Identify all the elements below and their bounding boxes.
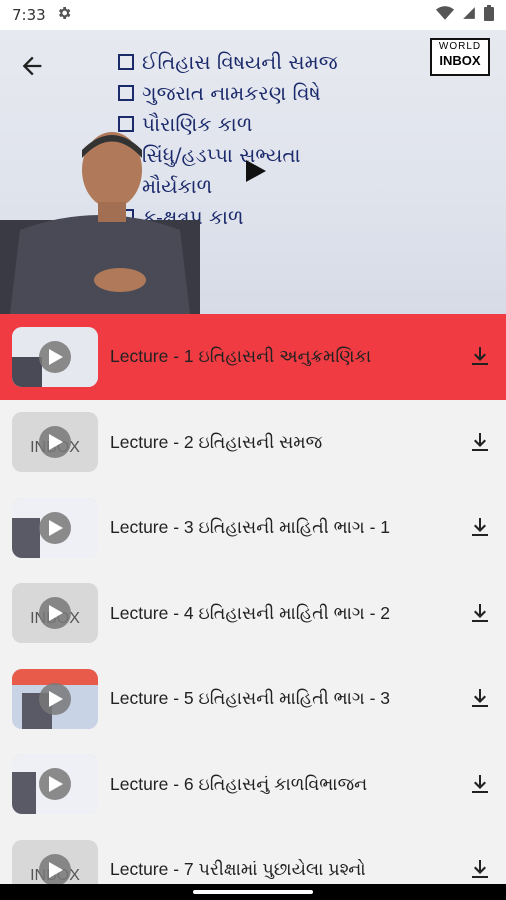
checkbox-icon [118, 84, 134, 101]
lecture-row[interactable]: Lecture - 6 ઇતિહાસનું કાળવિભાજન [0, 742, 506, 828]
lecture-row[interactable]: INBOX Lecture - 2 ઇતિહાસની સમજ [0, 400, 506, 486]
battery-icon [484, 5, 494, 25]
play-icon [39, 597, 71, 630]
status-time: 7:33 [12, 6, 46, 24]
lecture-list: Lecture - 1 ઇતિહાસની અનુક્રમણિકા INBOX L… [0, 314, 506, 884]
lecture-row[interactable]: Lecture - 5 ઇતિહાસની માહિતી ભાગ - 3 [0, 656, 506, 742]
download-icon[interactable] [468, 344, 492, 368]
lecture-row[interactable]: Lecture - 3 ઇતિહાસની માહિતી ભાગ - 1 [0, 485, 506, 571]
wifi-icon [436, 6, 454, 24]
lecture-title: Lecture - 7 પરીક્ષામાં પુછાયેલા પ્રશ્નો [110, 859, 366, 880]
lecture-row[interactable]: Lecture - 1 ઇતિહાસની અનુક્રમણિકા [0, 314, 506, 400]
lecture-thumbnail: INBOX [12, 839, 98, 884]
lecture-thumbnail: INBOX [12, 412, 98, 473]
lecture-title: Lecture - 4 ઇતિહાસની માહિતી ભાગ - 2 [110, 602, 390, 623]
home-gesture-pill[interactable] [193, 890, 313, 894]
lecture-thumbnail [12, 497, 98, 558]
presenter-image [0, 132, 200, 314]
status-bar: 7:33 [0, 0, 506, 30]
download-icon[interactable] [468, 772, 492, 796]
lecture-thumbnail [12, 754, 98, 815]
lecture-title: Lecture - 5 ઇતિહાસની માહિતી ભાગ - 3 [110, 688, 390, 709]
download-icon[interactable] [468, 430, 492, 454]
play-icon [39, 426, 71, 459]
play-icon [39, 682, 71, 715]
lecture-row[interactable]: INBOX Lecture - 7 પરીક્ષામાં પુછાયેલા પ્… [0, 827, 506, 884]
board-item: ઈતિહાસ વિષયની સમજ [118, 46, 368, 77]
download-icon[interactable] [468, 857, 492, 881]
play-icon [39, 340, 71, 373]
play-icon [39, 511, 71, 544]
lecture-thumbnail: INBOX [12, 583, 98, 644]
signal-icon [462, 6, 476, 24]
lecture-row[interactable]: INBOX Lecture - 4 ઇતિહાસની માહિતી ભાગ - … [0, 571, 506, 657]
back-arrow-icon[interactable] [18, 52, 46, 80]
lecture-title: Lecture - 1 ઇતિહાસની અનુક્રમણિકા [110, 346, 372, 367]
play-icon [39, 768, 71, 801]
lecture-title: Lecture - 6 ઇતિહાસનું કાળવિભાજન [110, 773, 368, 794]
play-icon [39, 853, 71, 884]
system-nav-bar [0, 884, 506, 900]
download-icon[interactable] [468, 601, 492, 625]
play-icon[interactable] [246, 160, 266, 182]
lecture-thumbnail [12, 326, 98, 387]
board-item: ગુજરાત નામકરણ વિષે [118, 77, 368, 108]
settings-gear-icon [56, 5, 72, 25]
checkbox-icon [118, 53, 134, 70]
download-icon[interactable] [468, 515, 492, 539]
lecture-thumbnail [12, 668, 98, 729]
world-inbox-logo: WORLD INBOX [430, 38, 490, 76]
lecture-title: Lecture - 2 ઇતિહાસની સમજ [110, 431, 323, 452]
video-player[interactable]: ઈતિહાસ વિષયની સમજ ગુજરાત નામકરણ વિષે પૌર… [0, 30, 506, 314]
lecture-title: Lecture - 3 ઇતિહાસની માહિતી ભાગ - 1 [110, 517, 390, 538]
download-icon[interactable] [468, 686, 492, 710]
